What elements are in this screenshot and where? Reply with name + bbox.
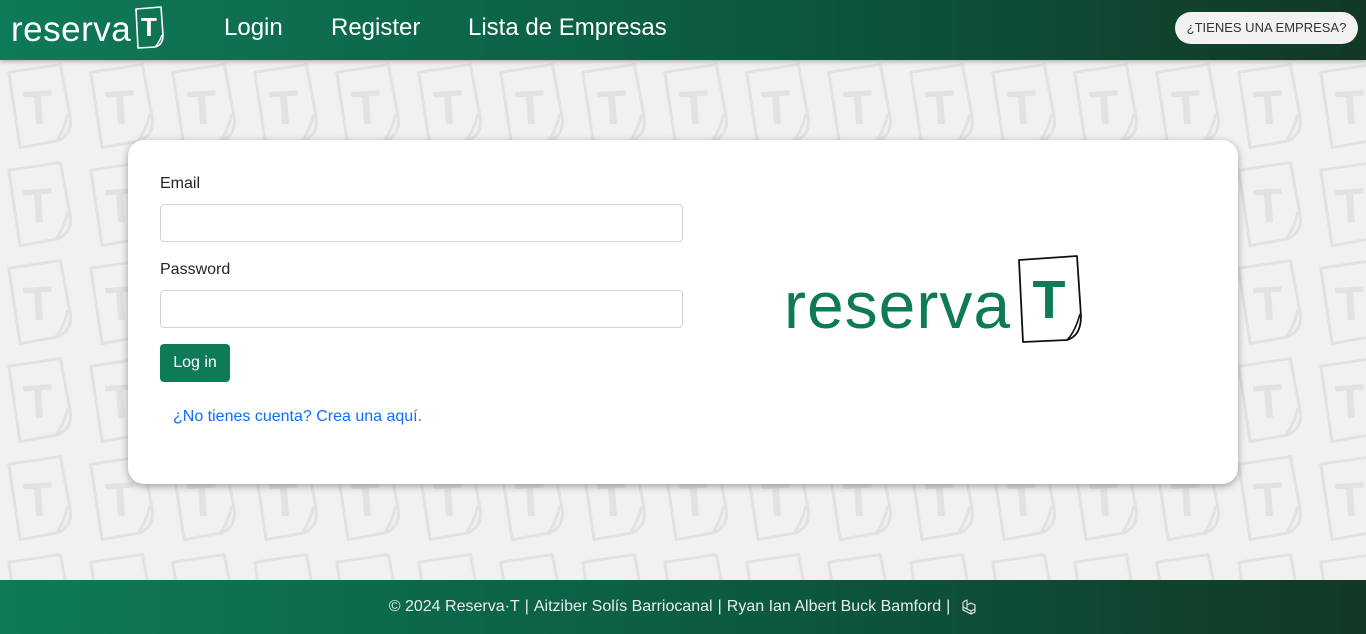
brand-text: reserva xyxy=(11,9,132,49)
card-logo-t-icon: T xyxy=(1018,255,1082,343)
login-button[interactable]: Log in xyxy=(160,344,230,382)
footer-copyright: © 2024 Reserva·T xyxy=(388,598,520,615)
laravel-icon xyxy=(961,599,977,615)
nav-register-link[interactable]: Register xyxy=(331,14,420,42)
have-company-button[interactable]: ¿TIENES UNA EMPRESA? xyxy=(1175,12,1358,44)
password-label: Password xyxy=(160,261,231,278)
footer-separator: | xyxy=(946,598,951,615)
card-logo-text: reserva xyxy=(784,268,1012,342)
footer-separator: | xyxy=(717,598,722,615)
email-label: Email xyxy=(160,175,201,192)
brand-letter: T xyxy=(141,12,157,42)
password-field[interactable] xyxy=(160,290,683,328)
footer: © 2024 Reserva·T | Aitziber Solís Barrio… xyxy=(0,580,1366,634)
footer-author-2: Ryan Ian Albert Buck Bamford xyxy=(726,598,942,615)
brand-logo[interactable]: reserva T xyxy=(11,6,165,52)
top-navbar: reserva T Login Register Lista de Empres… xyxy=(0,0,1366,60)
login-card: Email Password Log in ¿No tienes cuenta?… xyxy=(128,140,1238,484)
nav-company-list-link[interactable]: Lista de Empresas xyxy=(468,14,667,42)
register-link[interactable]: ¿No tienes cuenta? Crea una aquí. xyxy=(173,408,422,426)
card-logo: reserva T xyxy=(784,255,1087,344)
brand-t-icon: T xyxy=(135,6,165,49)
footer-author-1: Aitziber Solís Barriocanal xyxy=(533,598,713,615)
footer-separator: | xyxy=(524,598,529,615)
card-logo-letter: T xyxy=(1033,270,1066,330)
email-field[interactable] xyxy=(160,204,683,242)
nav-login-link[interactable]: Login xyxy=(224,14,283,42)
